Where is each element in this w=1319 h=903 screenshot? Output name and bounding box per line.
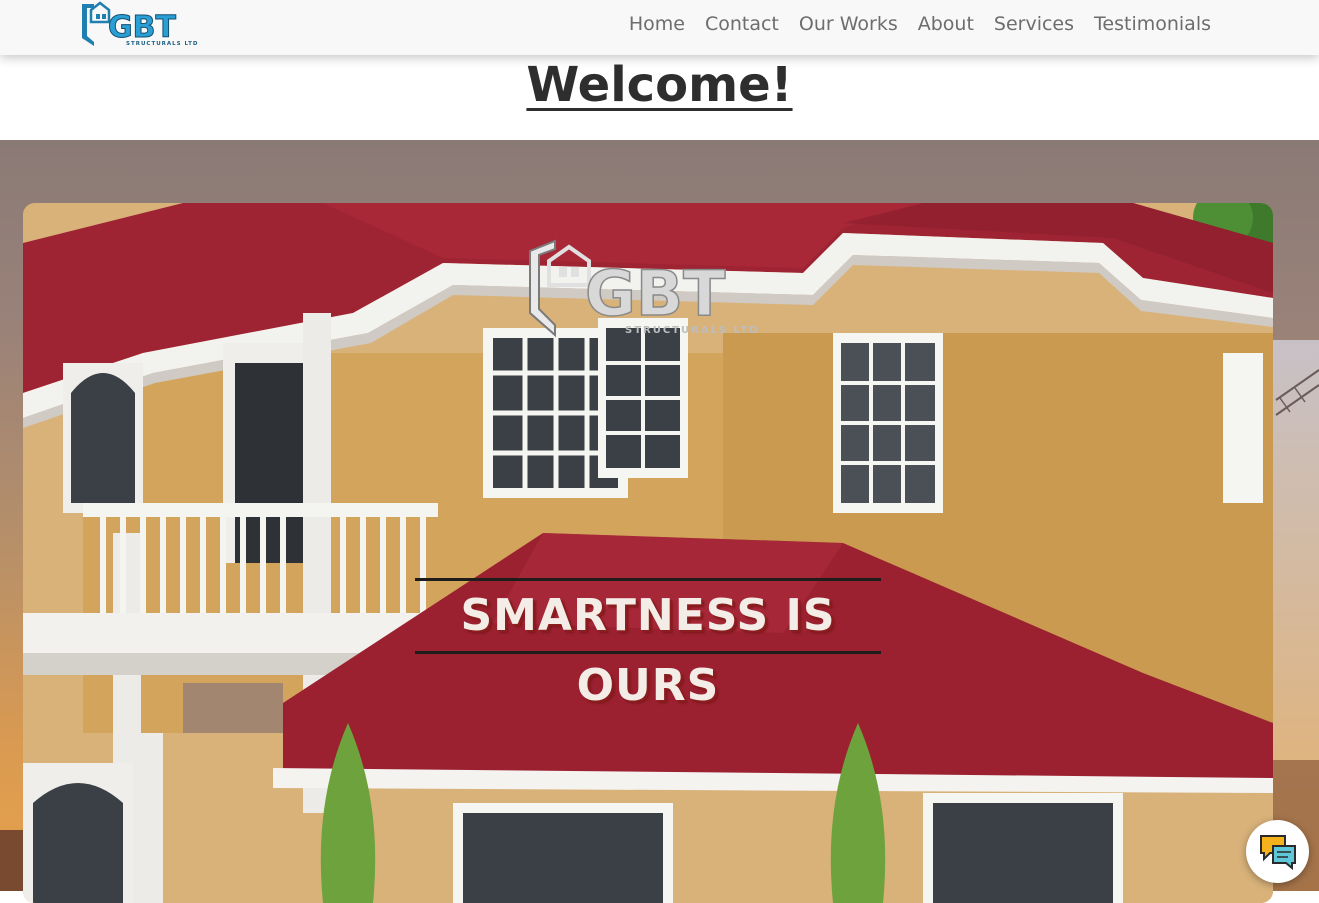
nav-link-about[interactable]: About	[918, 11, 974, 37]
hero-gbt-logo: GBT STRUCTURALS LTD	[525, 239, 773, 339]
nav-link-services[interactable]: Services	[994, 11, 1074, 37]
svg-text:GBT: GBT	[585, 257, 725, 330]
nav-link-home[interactable]: Home	[629, 11, 685, 37]
nav-link-testimonials[interactable]: Testimonials	[1094, 11, 1211, 37]
nav-link-contact[interactable]: Contact	[705, 11, 779, 37]
svg-text:STRUCTURALS LTD: STRUCTURALS LTD	[126, 41, 198, 47]
svg-text:STRUCTURALS LTD: STRUCTURALS LTD	[625, 325, 759, 336]
brand-logo[interactable]: GBT STRUCTURALS LTD	[78, 0, 200, 48]
svg-text:GBT: GBT	[108, 10, 176, 45]
gbt-logo-icon: GBT STRUCTURALS LTD	[82, 1, 198, 47]
nav-link-our-works[interactable]: Our Works	[799, 11, 898, 37]
tagline-box: SMARTNESS IS OURS	[415, 578, 881, 711]
hero-card: GBT STRUCTURALS LTD SMARTNESS IS OURS	[23, 203, 1273, 903]
chat-button[interactable]	[1246, 820, 1309, 883]
chat-bubbles-icon	[1259, 834, 1296, 870]
welcome-heading: Welcome!	[526, 57, 793, 113]
welcome-section: Welcome!	[0, 55, 1319, 140]
nav-links: Home Contact Our Works About Services Te…	[629, 11, 1211, 37]
gbt-logo-large-icon: GBT STRUCTURALS LTD	[529, 239, 759, 338]
hero-tagline: SMARTNESS IS OURS	[460, 590, 836, 711]
top-navbar: GBT STRUCTURALS LTD Home Contact Our Wor…	[0, 0, 1319, 55]
